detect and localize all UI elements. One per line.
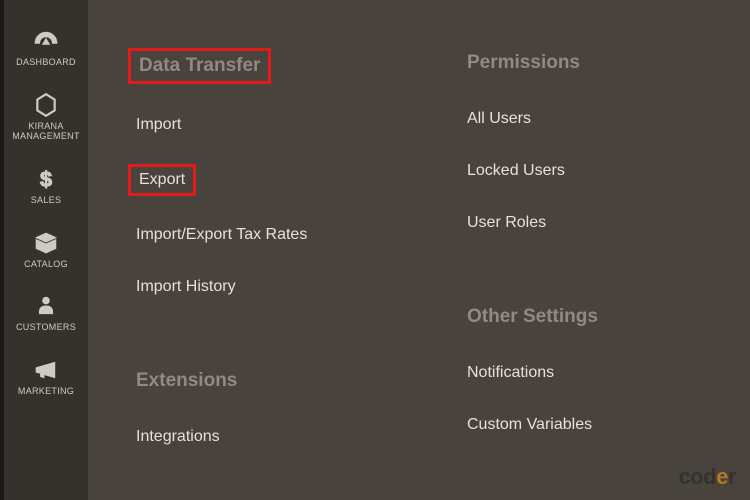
watermark-text: cod (679, 464, 717, 489)
menu-link-import-history[interactable]: Import History (128, 274, 244, 300)
gauge-icon (33, 28, 59, 54)
menu-link-all-users[interactable]: All Users (459, 106, 539, 132)
menu-link-import[interactable]: Import (128, 112, 189, 138)
menu-link-integrations[interactable]: Integrations (128, 424, 228, 450)
sidebar-item-label: CUSTOMERS (16, 323, 76, 333)
sidebar-item-customers[interactable]: CUSTOMERS (4, 283, 88, 347)
system-submenu-panel: Data Transfer Import Export Import/Expor… (88, 0, 750, 500)
person-icon (33, 293, 59, 319)
submenu-column-left: Data Transfer Import Export Import/Expor… (128, 48, 399, 480)
hexagon-icon (33, 92, 59, 118)
sidebar-item-label: DASHBOARD (16, 58, 76, 68)
menu-link-locked-users[interactable]: Locked Users (459, 158, 573, 184)
watermark-accent: e (716, 464, 728, 489)
sidebar-item-catalog[interactable]: CATALOG (4, 220, 88, 284)
section-header-permissions: Permissions (459, 48, 588, 78)
megaphone-icon (33, 357, 59, 383)
box-icon (33, 230, 59, 256)
menu-link-notifications[interactable]: Notifications (459, 360, 562, 386)
watermark-text: r (728, 464, 736, 489)
menu-link-custom-variables[interactable]: Custom Variables (459, 412, 600, 438)
dollar-icon: $ (33, 166, 59, 192)
menu-link-export[interactable]: Export (128, 164, 196, 196)
svg-text:$: $ (40, 166, 52, 191)
menu-link-user-roles[interactable]: User Roles (459, 210, 554, 236)
section-header-extensions: Extensions (128, 366, 245, 396)
sidebar-item-label: SALES (31, 196, 62, 206)
sidebar-item-label: CATALOG (24, 260, 68, 270)
section-header-data-transfer: Data Transfer (128, 48, 271, 84)
watermark: coder (679, 464, 736, 490)
sidebar-item-sales[interactable]: $ SALES (4, 156, 88, 220)
menu-link-import-export-tax-rates[interactable]: Import/Export Tax Rates (128, 222, 315, 248)
sidebar-item-label: MARKETING (18, 387, 74, 397)
submenu-column-right: Permissions All Users Locked Users User … (459, 48, 730, 480)
section-header-other-settings: Other Settings (459, 302, 606, 332)
sidebar-item-label: KIRANA MANAGEMENT (6, 122, 86, 142)
sidebar-item-marketing[interactable]: MARKETING (4, 347, 88, 411)
sidebar-item-dashboard[interactable]: DASHBOARD (4, 18, 88, 82)
sidebar-item-kirana[interactable]: KIRANA MANAGEMENT (4, 82, 88, 156)
admin-sidebar: DASHBOARD KIRANA MANAGEMENT $ SALES CATA… (0, 0, 88, 500)
